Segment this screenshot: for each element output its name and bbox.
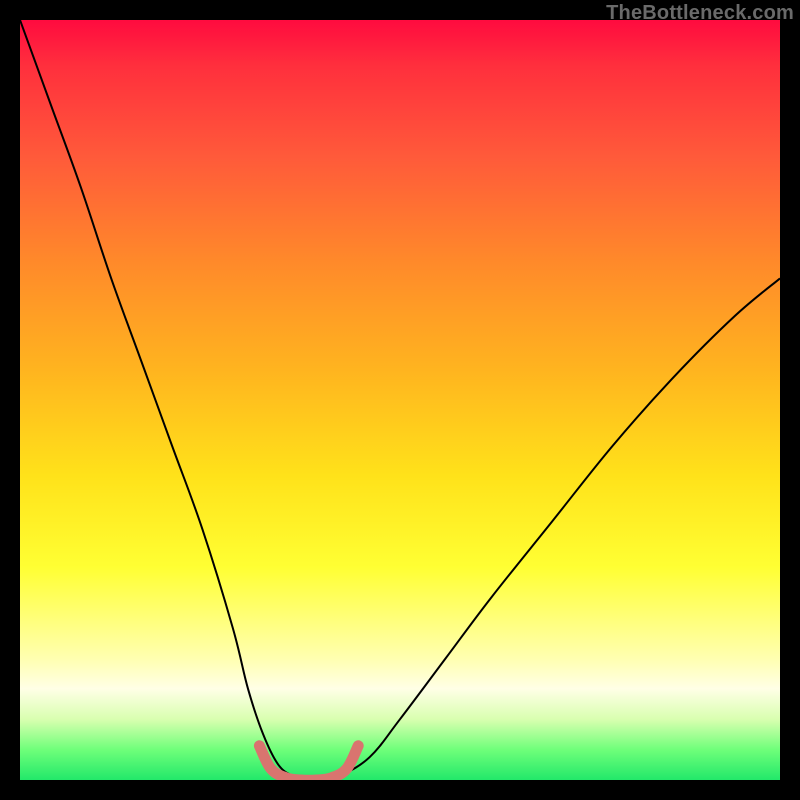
optimal-range-marker — [259, 746, 358, 780]
chart-frame: TheBottleneck.com — [0, 0, 800, 800]
bottleneck-curve — [20, 20, 780, 780]
plot-area — [20, 20, 780, 780]
curve-layer — [20, 20, 780, 780]
